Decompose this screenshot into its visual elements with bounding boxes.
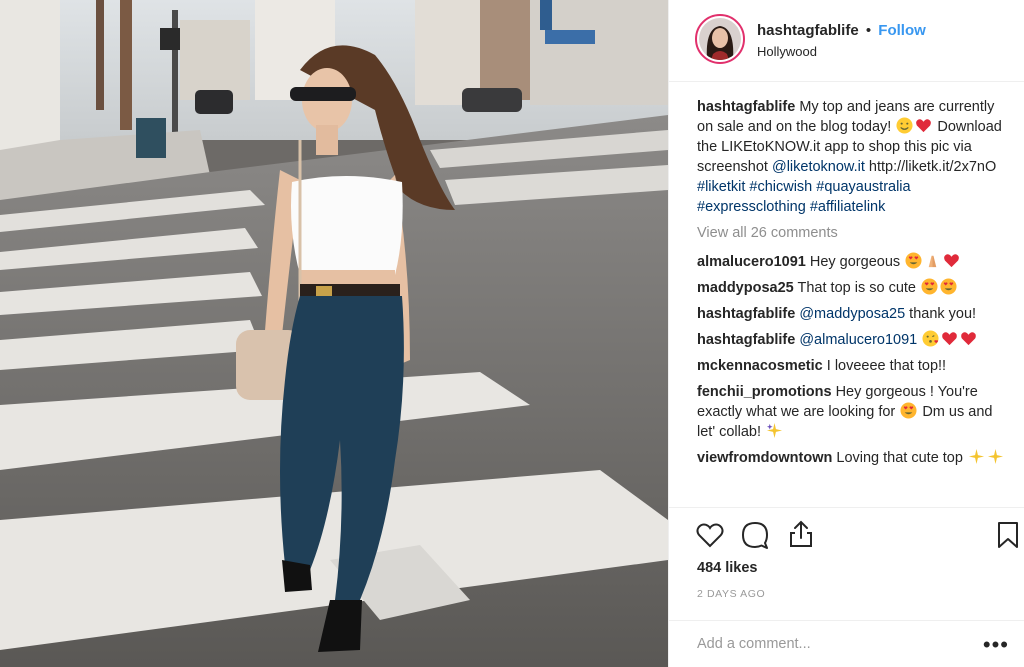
kissing-heart-emoji-icon <box>922 330 939 347</box>
comment-text: That top is so cute <box>797 280 916 296</box>
comment-item: fenchii_promotions Hey gorgeous ! You're… <box>697 382 1007 442</box>
heart-eyes-emoji-icon <box>905 252 922 269</box>
separator-dot: • <box>865 22 872 39</box>
avatar-image <box>699 18 741 60</box>
caption-username[interactable]: hashtagfablife <box>697 99 795 115</box>
post-location[interactable]: Hollywood <box>757 44 817 59</box>
heart-eyes-emoji-icon <box>940 278 957 295</box>
post-side-panel: hashtagfablife • Follow Hollywood hashta… <box>668 0 1024 667</box>
post-timestamp[interactable]: 2 DAYS AGO <box>697 588 765 600</box>
comment-item: maddyposa25 That top is so cute <box>697 278 1007 298</box>
comment-username[interactable]: hashtagfablife <box>697 332 795 348</box>
praying-hands-emoji-icon <box>924 252 941 269</box>
more-options-icon[interactable]: ••• <box>983 632 1009 658</box>
add-comment-bar: Add a comment... ••• <box>669 620 1024 667</box>
heart-eyes-emoji-icon <box>921 278 938 295</box>
comment-mention[interactable]: @almalucero1091 <box>799 332 917 348</box>
comment-item: hashtagfablife @maddyposa25 thank you! <box>697 304 1007 324</box>
sparkles-emoji-icon <box>968 448 985 465</box>
post-photo[interactable] <box>0 0 668 667</box>
comment-mention[interactable]: @maddyposa25 <box>799 306 905 322</box>
comment-text: thank you! <box>909 306 977 322</box>
caption-url[interactable]: http://liketk.it/2x7nO <box>869 159 996 175</box>
hashtag-link[interactable]: #quayaustralia <box>816 179 910 195</box>
add-comment-input[interactable]: Add a comment... <box>697 636 811 652</box>
street-photo-illustration <box>0 0 668 667</box>
heart-eyes-emoji-icon <box>900 402 917 419</box>
hashtag-link[interactable]: #liketkit <box>697 179 745 195</box>
smiling-emoji-icon <box>896 117 913 134</box>
hashtag-link[interactable]: #expressclothing <box>697 199 806 215</box>
red-heart-emoji-icon <box>961 332 977 346</box>
comment-icon[interactable] <box>741 521 769 554</box>
comment-username[interactable]: almalucero1091 <box>697 254 806 270</box>
comment-item: mckennacosmetic I loveeee that top!! <box>697 356 1007 376</box>
comment-username[interactable]: fenchii_promotions <box>697 384 832 400</box>
avatar[interactable] <box>695 14 745 64</box>
red-heart-emoji-icon <box>944 254 960 268</box>
like-count[interactable]: 484 likes <box>697 560 757 576</box>
username-row: hashtagfablife • Follow <box>757 22 926 39</box>
post-actions: 484 likes 2 DAYS AGO Add a comment... ••… <box>669 507 1024 667</box>
hashtag-link[interactable]: #chicwish <box>749 179 812 195</box>
caption: hashtagfablife My top and jeans are curr… <box>697 97 1007 217</box>
sparkles-emoji-icon <box>987 448 1004 465</box>
sparkles-emoji-icon <box>767 422 783 439</box>
post-username[interactable]: hashtagfablife <box>757 22 859 39</box>
comment-username[interactable]: viewfromdowntown <box>697 450 832 466</box>
comment-username[interactable]: maddyposa25 <box>697 280 794 296</box>
comment-item: hashtagfablife @almalucero1091 <box>697 330 1007 350</box>
comment-item: viewfromdowntown Loving that cute top <box>697 448 1007 468</box>
comments-list: hashtagfablife My top and jeans are curr… <box>697 97 1007 509</box>
comment-username[interactable]: mckennacosmetic <box>697 358 823 374</box>
follow-button[interactable]: Follow <box>878 22 926 39</box>
share-icon[interactable] <box>787 520 815 553</box>
comment-text: Loving that cute top <box>836 450 963 466</box>
post-header: hashtagfablife • Follow Hollywood <box>669 0 1024 82</box>
comment-username[interactable]: hashtagfablife <box>697 306 795 322</box>
red-heart-emoji-icon <box>942 332 958 346</box>
heart-icon[interactable] <box>696 522 724 553</box>
view-all-comments-link[interactable]: View all 26 comments <box>697 223 1007 243</box>
red-heart-emoji-icon <box>916 119 932 133</box>
caption-mention[interactable]: @liketoknow.it <box>772 159 865 175</box>
comment-text: Hey gorgeous <box>809 254 901 270</box>
hashtag-link[interactable]: #affiliatelink <box>810 199 886 215</box>
comment-item: almalucero1091 Hey gorgeous <box>697 252 1007 272</box>
bookmark-icon[interactable] <box>997 521 1019 554</box>
comment-text: I loveeee that top!! <box>826 358 947 374</box>
